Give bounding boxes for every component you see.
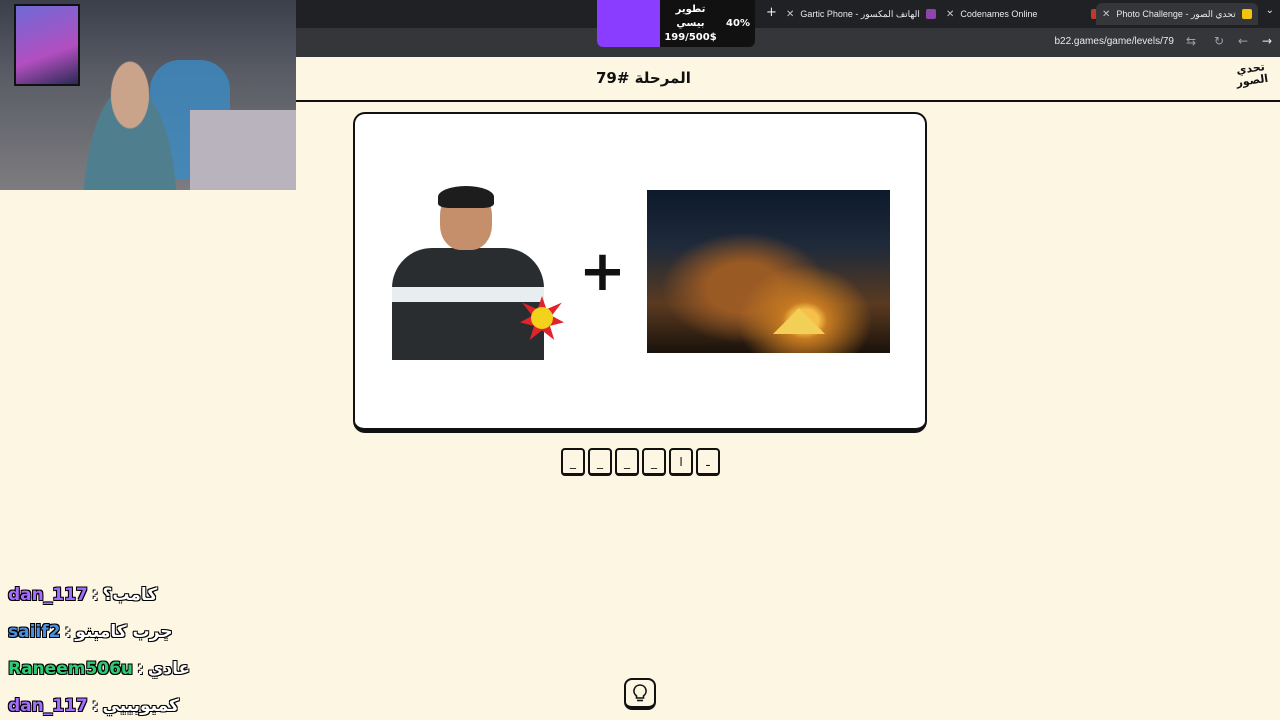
- chat-message: dan_117 : كامب؟: [8, 576, 288, 613]
- chat-overlay: dan_117 : كامب؟ saiif2 : جرب كامبنو Rane…: [8, 576, 288, 720]
- donation-progress-fill: [597, 0, 660, 47]
- close-icon[interactable]: ✕: [1102, 9, 1110, 20]
- streamer: [70, 50, 190, 190]
- url-text[interactable]: b22.games/game/levels/79: [1054, 36, 1174, 47]
- chat-username: saiif2: [8, 621, 61, 642]
- person-hair: [438, 186, 494, 208]
- close-icon[interactable]: ✕: [786, 9, 794, 20]
- chat-message: dan_117 : كمبوبييي: [8, 687, 288, 720]
- tune-icon[interactable]: ⇆: [1186, 34, 1196, 48]
- tab-label: Gartic Phone - الهاتف المكسور: [800, 8, 920, 19]
- chat-separator: :: [137, 658, 144, 679]
- answer-slot[interactable]: _: [561, 448, 585, 476]
- chat-separator: :: [91, 695, 99, 716]
- answer-slot[interactable]: _: [642, 448, 666, 476]
- tab-label: Photo Challenge - تحدي الصور: [1116, 8, 1236, 19]
- tab-gartic-phone[interactable]: ✕ Gartic Phone - الهاتف المكسور: [786, 3, 936, 25]
- new-tab-button[interactable]: +: [766, 5, 777, 20]
- puzzle-image-campsite: [647, 190, 890, 353]
- answer-slot[interactable]: ا: [669, 448, 693, 476]
- plus-icon: +: [579, 239, 626, 304]
- photo-challenge-icon: [1241, 9, 1252, 19]
- chat-message: saiif2 : جرب كامبنو: [8, 613, 288, 650]
- lightbulb-icon: [633, 684, 647, 702]
- phone-icon: [925, 9, 936, 19]
- puzzle-card: +: [353, 112, 927, 433]
- page-title: المرحلة #79: [596, 69, 691, 87]
- donation-amount: 199/500$: [664, 31, 717, 43]
- chevron-down-icon[interactable]: ⌄: [1266, 5, 1274, 16]
- donation-text: تطوير بيسي 199/500$: [660, 3, 721, 45]
- chat-text: جرب كامبنو: [75, 621, 173, 642]
- screen: + ✕ Gartic Phone - الهاتف المكسور ✕ Code…: [0, 0, 1280, 720]
- chat-username: dan_117: [8, 584, 88, 605]
- chat-username: dan_117: [8, 695, 88, 716]
- address-bar[interactable]: b22.games/game/levels/79 ⇆ ↻ ← →: [296, 28, 1280, 57]
- answer-slot[interactable]: _: [615, 448, 639, 476]
- reload-icon[interactable]: ↻: [1214, 34, 1224, 48]
- chat-separator: :: [64, 621, 72, 642]
- tab-label: Codenames Online: [960, 9, 1038, 19]
- explosion-sticker-center: [531, 307, 553, 329]
- chat-text: كمبوبييي: [102, 695, 179, 716]
- puzzle-image-person: [392, 186, 564, 360]
- hint-button[interactable]: [624, 678, 656, 710]
- tab-photo-challenge[interactable]: ✕ Photo Challenge - تحدي الصور: [1096, 3, 1258, 25]
- answer-slot[interactable]: _: [588, 448, 612, 476]
- tab-codenames[interactable]: ✕ Codenames Online: [946, 3, 1102, 25]
- site-header: المرحلة #79 تحدي الصور: [296, 57, 1280, 102]
- donation-title: تطوير بيسي: [675, 3, 706, 29]
- chat-message: Raneem506u : عادي: [8, 650, 288, 687]
- tab-bar: + ✕ Gartic Phone - الهاتف المكسور ✕ Code…: [296, 0, 1280, 28]
- bed: [190, 110, 296, 190]
- answer-slots: _ _ _ _ ا ـ: [561, 448, 720, 476]
- chat-separator: :: [91, 584, 99, 605]
- forward-icon[interactable]: →: [1262, 34, 1272, 48]
- answer-slot[interactable]: ـ: [696, 448, 720, 476]
- donation-goal-widget: تطوير بيسي 199/500$ 40%: [597, 0, 755, 47]
- chat-text: كامب؟: [102, 584, 158, 605]
- chat-username: Raneem506u: [8, 658, 134, 679]
- chat-text: عادي: [147, 658, 191, 679]
- webcam-feed: [0, 0, 296, 190]
- donation-percent: 40%: [726, 18, 750, 29]
- tent: [773, 308, 825, 334]
- site-logo[interactable]: تحدي الصور: [1232, 60, 1272, 98]
- person-body: [392, 248, 544, 360]
- back-icon[interactable]: ←: [1238, 34, 1248, 48]
- close-icon[interactable]: ✕: [946, 9, 954, 20]
- logo-text: تحدي الصور: [1235, 60, 1269, 90]
